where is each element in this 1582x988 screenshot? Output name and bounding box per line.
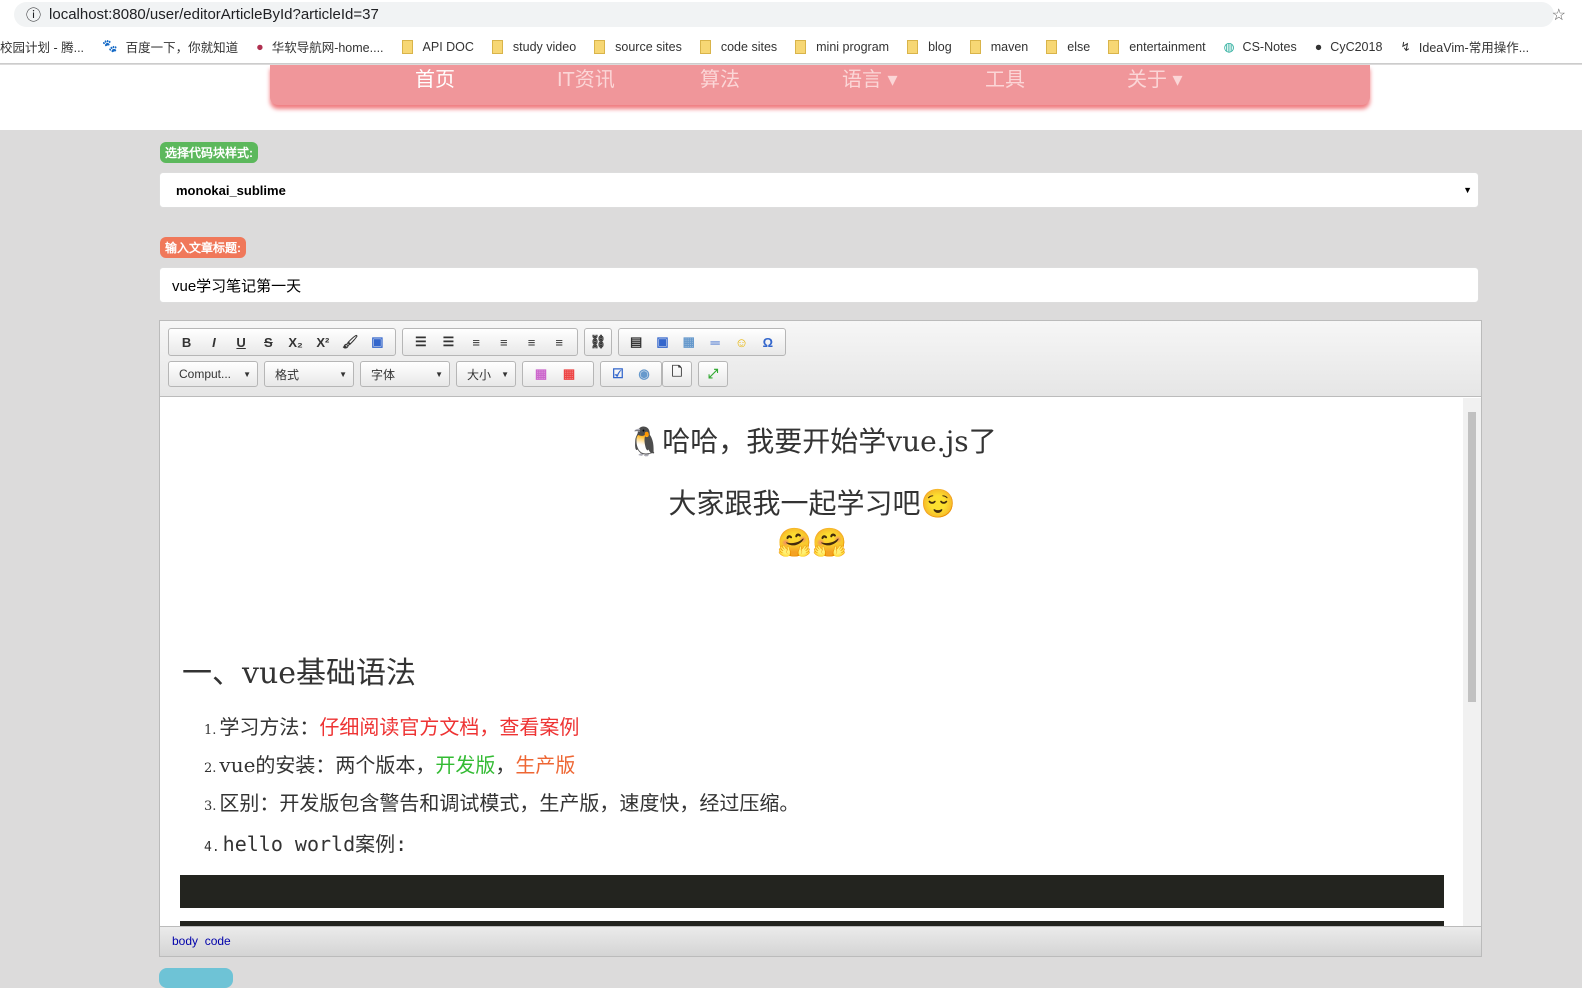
bookmark-star-icon[interactable]: ☆ [1552,5,1566,25]
image-icon[interactable]: ▣ [649,334,675,350]
align-center-icon[interactable]: ≡ [490,335,518,350]
checkbox-icon[interactable]: ☑ [605,366,631,382]
preview-group: 🗋 [662,361,692,387]
bookmark[interactable]: ● CyC2018 [1315,40,1383,54]
url-input[interactable]: ⓘ localhost:8080/user/editorArticleById?a… [14,2,1554,27]
table-icon[interactable]: ▦ [676,334,702,350]
bookmark-folder[interactable]: else [1046,39,1090,54]
code-style-label: 选择代码块样式: [160,142,258,163]
horizontal-line-icon[interactable]: ═ [702,335,728,350]
nav-tools[interactable]: 工具 [985,63,1025,92]
strike-button[interactable]: S [255,335,282,350]
title-input[interactable]: vue学习笔记第一天 [159,267,1479,303]
path-code[interactable]: code [205,934,231,948]
smiley-icon[interactable]: ☺ [728,335,754,350]
font-combo[interactable]: 字体 ▼ [360,361,450,387]
bookmark[interactable]: ◍ CS-Notes [1224,39,1297,55]
bookmark-folder[interactable]: study video [491,39,576,54]
superscript-button[interactable]: X² [309,335,336,350]
scrollbar-thumb[interactable] [1468,412,1476,702]
code-language-combo[interactable]: Comput... ▼ [168,361,258,387]
bookmark-folder[interactable]: API DOC [401,39,474,54]
next-section-badge [159,968,233,988]
color-group: ▦ ▦ [522,361,594,387]
bookmark[interactable]: ● 华软导航网-home.... [256,37,383,56]
path-body[interactable]: body [172,934,198,948]
radio-icon[interactable]: ◉ [631,366,657,382]
editor-scrollbar[interactable] [1463,398,1481,928]
underline-button[interactable]: U [228,335,255,350]
bullet-list-icon[interactable]: ☰ [435,334,463,350]
bookmark-folder[interactable]: entertainment [1108,39,1206,54]
italic-button[interactable]: I [200,335,227,350]
element-path-bar: body code [160,926,1481,956]
list-item: 1. 学习方法：仔细阅读官方文档，查看案例 [204,715,580,739]
bookmark-folder[interactable]: source sites [594,39,682,54]
content-line-1: 🐧哈哈，我要开始学vue.js了 [627,425,997,458]
bookmark[interactable]: 🐾 百度一下，你就知道 [102,37,238,56]
main-nav: 首页 IT资讯 算法 语言 ▾ 工具 关于 ▾ [270,65,1370,105]
list-item: 4. hello world案例: [204,832,408,856]
list-align-group: ☰ ☰ ≡ ≡ ≡ ≡ [402,328,578,356]
rich-text-editor: B I U S X₂ X² 🖌 ▣ ☰ ☰ ≡ ≡ ≡ ≡ ⛓ ▤ ▣ ▦ ═ ☺ Ω Comput… [159,320,1482,957]
code-style-select[interactable]: monokai_sublime ▼ [159,172,1479,208]
section-heading: 一、vue基础语法 [182,656,417,691]
nav-about[interactable]: 关于 ▾ [1127,63,1183,92]
bookmarks-bar: 校园计划 - 腾... 🐾 百度一下，你就知道 ● 华软导航网-home.... A… [0,30,1582,64]
insert-group: ▤ ▣ ▦ ═ ☺ Ω [618,328,786,356]
chevron-down-icon: ▼ [1463,185,1472,195]
maximize-group: ⤢ [698,361,728,387]
list-item: 2. vue的安装：两个版本，开发版，生产版 [204,753,576,777]
info-icon: ⓘ [26,7,42,24]
content-line-2: 大家跟我一起学习吧😌 [668,487,956,520]
title-label: 输入文章标题: [160,237,246,258]
bookmark-folder[interactable]: mini program [795,39,889,54]
size-combo[interactable]: 大小 ▼ [456,361,516,387]
site-header: 首页 IT资讯 算法 语言 ▾ 工具 关于 ▾ [0,65,1582,130]
nav-home[interactable]: 首页 [415,63,455,92]
bookmark-folder[interactable]: code sites [699,39,777,54]
maximize-icon[interactable]: ⤢ [703,366,723,382]
align-right-icon[interactable]: ≡ [518,335,546,350]
format-combo[interactable]: 格式 ▼ [264,361,354,387]
address-bar: ⓘ localhost:8080/user/editorArticleById?a… [0,0,1582,30]
qq-penguin-icon: 🐧 [627,425,663,458]
bookmark-folder[interactable]: blog [907,39,952,54]
editor-content[interactable]: 🐧哈哈，我要开始学vue.js了 大家跟我一起学习吧😌 🤗🤗 一、vue基础语法… [160,398,1464,928]
list-item: 3. 区别：开发版包含警告和调试模式，生产版，速度快，经过压缩。 [204,791,800,815]
format-painter-icon[interactable]: 🖌 [337,334,364,350]
text-color-icon[interactable]: ▦ [527,366,555,382]
nav-algorithm[interactable]: 算法 [700,63,740,92]
nav-it-news[interactable]: IT资讯 [557,63,615,92]
basic-styles-group: B I U S X₂ X² 🖌 ▣ [168,328,396,356]
align-justify-icon[interactable]: ≡ [545,335,573,350]
smile-emoji-icon: 😌 [920,487,956,520]
bg-color-icon[interactable]: ▦ [555,366,583,382]
hug-emojis-icon: 🤗🤗 [777,526,847,559]
bookmark[interactable]: 校园计划 - 腾... [0,37,84,56]
form-group: ☑ ◉ [600,361,662,387]
align-left-icon[interactable]: ≡ [462,335,490,350]
bookmark[interactable]: ↯ IdeaVim-常用操作... [1400,37,1529,56]
numbered-list-icon[interactable]: ☰ [407,334,435,350]
link-icon[interactable]: ⛓ [589,334,607,350]
bold-button[interactable]: B [173,335,200,350]
preview-icon[interactable]: 🗋 [667,363,687,385]
template-icon[interactable]: ▤ [623,334,649,350]
subscript-button[interactable]: X₂ [282,335,309,350]
special-char-icon[interactable]: Ω [755,335,781,350]
nav-language[interactable]: 语言 ▾ [842,63,898,92]
code-block[interactable] [180,875,1444,908]
html-icon[interactable]: ▣ [364,334,391,350]
bookmark-folder[interactable]: maven [969,39,1028,54]
editor-toolbar: B I U S X₂ X² 🖌 ▣ ☰ ☰ ≡ ≡ ≡ ≡ ⛓ ▤ ▣ ▦ ═ ☺ Ω Comput… [160,321,1481,397]
link-group: ⛓ [584,328,612,356]
